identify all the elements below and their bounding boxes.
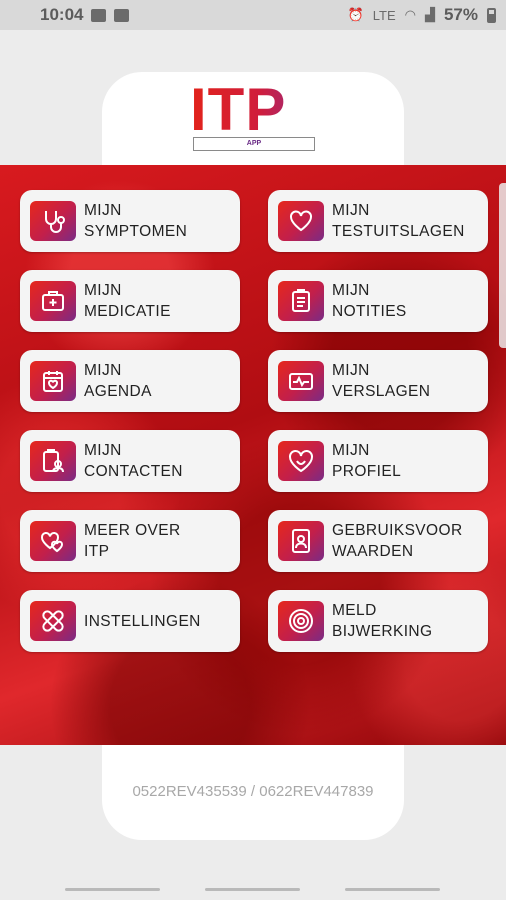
bandage-icon [30, 601, 76, 641]
menu-tile-label: MIJN PROFIEL [332, 442, 402, 480]
id-badge-icon [278, 521, 324, 561]
cast-icon [114, 8, 130, 22]
status-time: 10:04 [40, 5, 84, 24]
nav-back-button[interactable] [345, 888, 440, 891]
signal-icon: ▟ [424, 7, 435, 22]
menu-tile-label: MEER OVER ITP [84, 522, 181, 560]
logo-word: ITP [190, 80, 316, 140]
menu-tile-medicatie[interactable]: MIJN MEDICATIE [20, 270, 240, 332]
menu-tile-gebruiksvoorwaarden[interactable]: GEBRUIKSVOOR WAARDEN [268, 510, 488, 572]
menu-tile-label: INSTELLINGEN [84, 612, 201, 630]
menu-tile-meer-over-itp[interactable]: MEER OVER ITP [20, 510, 240, 572]
menu-tile-contacten[interactable]: MIJN CONTACTEN [20, 430, 240, 492]
menu-tile-label: MELD BIJWERKING [332, 602, 433, 640]
menu-tile-profiel[interactable]: MIJN PROFIEL [268, 430, 488, 492]
menu-tile-agenda[interactable]: MIJN AGENDA [20, 350, 240, 412]
menu-tile-label: MIJN TESTUITSLAGEN [332, 202, 465, 240]
report-folder-icon [278, 361, 324, 401]
alarm-icon: ⏰ [347, 7, 364, 22]
battery-icon [487, 7, 496, 23]
menu-tile-testuitslagen[interactable]: MIJN TESTUITSLAGEN [268, 190, 488, 252]
stethoscope-icon [30, 201, 76, 241]
navigation-bar [0, 875, 506, 900]
menu-tile-label: MIJN VERSLAGEN [332, 362, 431, 400]
nav-recents-button[interactable] [65, 888, 160, 891]
menu-tile-label: MIJN SYMPTOMEN [84, 202, 188, 240]
menu-tile-label: MIJN MEDICATIE [84, 282, 171, 320]
menu-tile-label: GEBRUIKSVOOR WAARDEN [332, 522, 463, 560]
target-icon [278, 601, 324, 641]
battery-percent: 57% [443, 5, 478, 24]
menu-tile-label: MIJN AGENDA [84, 362, 152, 400]
wifi-icon: ◠ [404, 7, 416, 22]
menu-tile-label: MIJN NOTITIES [332, 282, 407, 320]
menu-tile-verslagen[interactable]: MIJN VERSLAGEN [268, 350, 488, 412]
menu-tile-label: MIJN CONTACTEN [84, 442, 183, 480]
calendar-heart-icon [30, 361, 76, 401]
logo-sub: APP [193, 137, 315, 151]
clipboard-icon [278, 281, 324, 321]
version-text: 0522REV435539 / 0622REV447839 [132, 783, 374, 800]
menu-tile-meld-bijwerking[interactable]: MELD BIJWERKING [268, 590, 488, 652]
menu-tile-symptomen[interactable]: MIJN SYMPTOMEN [20, 190, 240, 252]
menu-tile-instellingen[interactable]: INSTELLINGEN [20, 590, 240, 652]
gallery-icon [91, 8, 107, 22]
heart-icon [278, 201, 324, 241]
menu-tile-notities[interactable]: MIJN NOTITIES [268, 270, 488, 332]
status-bar: 10:04 ⏰ LTE ◠ ▟ 57% [0, 0, 506, 30]
itp-logo: ITP APP [190, 80, 316, 155]
contact-clipboard-icon [30, 441, 76, 481]
heart-face-icon [278, 441, 324, 481]
scroll-edge [499, 183, 506, 348]
nav-home-button[interactable] [205, 888, 300, 891]
hearts-icon [30, 521, 76, 561]
medical-kit-icon [30, 281, 76, 321]
network-type: LTE [372, 7, 396, 23]
